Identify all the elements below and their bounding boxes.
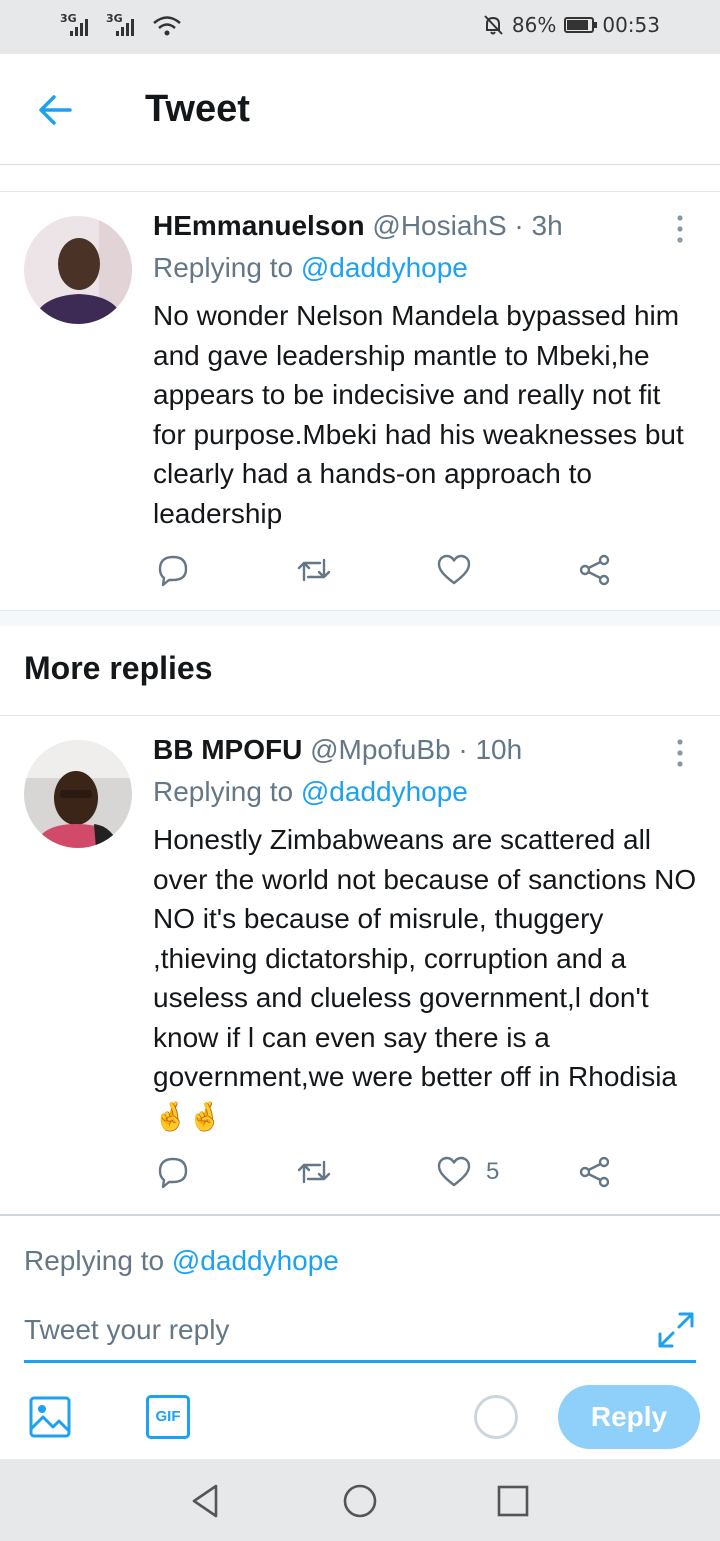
tweet-actions: 5 — [0, 1154, 720, 1194]
battery-percent: 86% — [511, 13, 557, 37]
cell-signal-1-icon: 3G — [60, 12, 100, 38]
replying-to-link[interactable]: @daddyhope — [301, 776, 468, 807]
share-icon[interactable] — [577, 552, 613, 588]
retweet-icon[interactable] — [296, 552, 332, 588]
back-arrow-icon[interactable] — [36, 92, 76, 128]
app-header: Tweet — [0, 54, 720, 165]
composer-replying-prefix: Replying to — [24, 1245, 172, 1276]
retweet-icon[interactable] — [296, 1154, 332, 1190]
author-name[interactable]: BB MPOFU — [153, 734, 302, 765]
nav-recents-icon[interactable] — [493, 1481, 533, 1521]
composer-divider — [0, 1214, 720, 1216]
wifi-icon — [153, 16, 181, 36]
replying-to-link[interactable]: @daddyhope — [301, 252, 468, 283]
like-icon[interactable] — [436, 1154, 472, 1190]
cell-signal-2-icon: 3G — [106, 12, 146, 38]
tweet-card[interactable]: BB MPOFU @MpofuBb · 10h Replying to @dad… — [0, 716, 720, 1214]
comment-icon[interactable] — [155, 1154, 191, 1190]
expand-icon[interactable] — [656, 1310, 696, 1350]
tweet-card[interactable]: HEmmanuelson @HosiahS · 3h Replying to @… — [0, 192, 720, 610]
replying-prefix: Replying to — [153, 252, 301, 283]
tweet-text: No wonder Nelson Mandela bypassed him an… — [153, 300, 684, 529]
tweet-meta: HEmmanuelson @HosiahS · 3h — [153, 210, 563, 242]
more-replies-heading: More replies — [24, 650, 213, 686]
gif-icon[interactable]: GIF — [146, 1395, 190, 1439]
mute-bell-icon — [484, 15, 503, 35]
system-nav-bar — [0, 1459, 720, 1541]
status-bar: 3G 3G 86% 00:53 — [0, 0, 720, 54]
more-vertical-icon[interactable] — [673, 738, 687, 768]
author-name[interactable]: HEmmanuelson — [153, 210, 365, 241]
character-count-indicator — [474, 1395, 518, 1439]
clock: 00:53 — [602, 13, 660, 37]
replying-to: Replying to @daddyhope — [153, 776, 468, 808]
section-gap — [0, 611, 720, 626]
image-icon[interactable] — [28, 1395, 72, 1439]
battery-icon — [564, 17, 598, 33]
composer-replying-link[interactable]: @daddyhope — [172, 1245, 339, 1276]
replying-to: Replying to @daddyhope — [153, 252, 468, 284]
author-handle[interactable]: @MpofuBb · 10h — [310, 734, 522, 765]
reply-input[interactable] — [24, 1300, 696, 1363]
composer-replying-to: Replying to @daddyhope — [24, 1245, 339, 1277]
tweet-text: Honestly Zimbabweans are scattered all o… — [153, 824, 697, 1132]
share-icon[interactable] — [577, 1154, 613, 1190]
avatar[interactable] — [24, 216, 132, 324]
like-count: 5 — [486, 1158, 500, 1185]
reply-button[interactable]: Reply — [558, 1385, 700, 1449]
nav-home-icon[interactable] — [340, 1481, 380, 1521]
more-vertical-icon[interactable] — [673, 214, 687, 244]
page-title: Tweet — [145, 88, 250, 130]
nav-back-icon[interactable] — [186, 1481, 226, 1521]
like-icon[interactable] — [436, 552, 472, 588]
replying-prefix: Replying to — [153, 776, 301, 807]
comment-icon[interactable] — [155, 552, 191, 588]
author-handle[interactable]: @HosiahS · 3h — [372, 210, 562, 241]
tweet-meta: BB MPOFU @MpofuBb · 10h — [153, 734, 522, 766]
avatar[interactable] — [24, 740, 132, 848]
tweet-actions — [0, 552, 720, 592]
